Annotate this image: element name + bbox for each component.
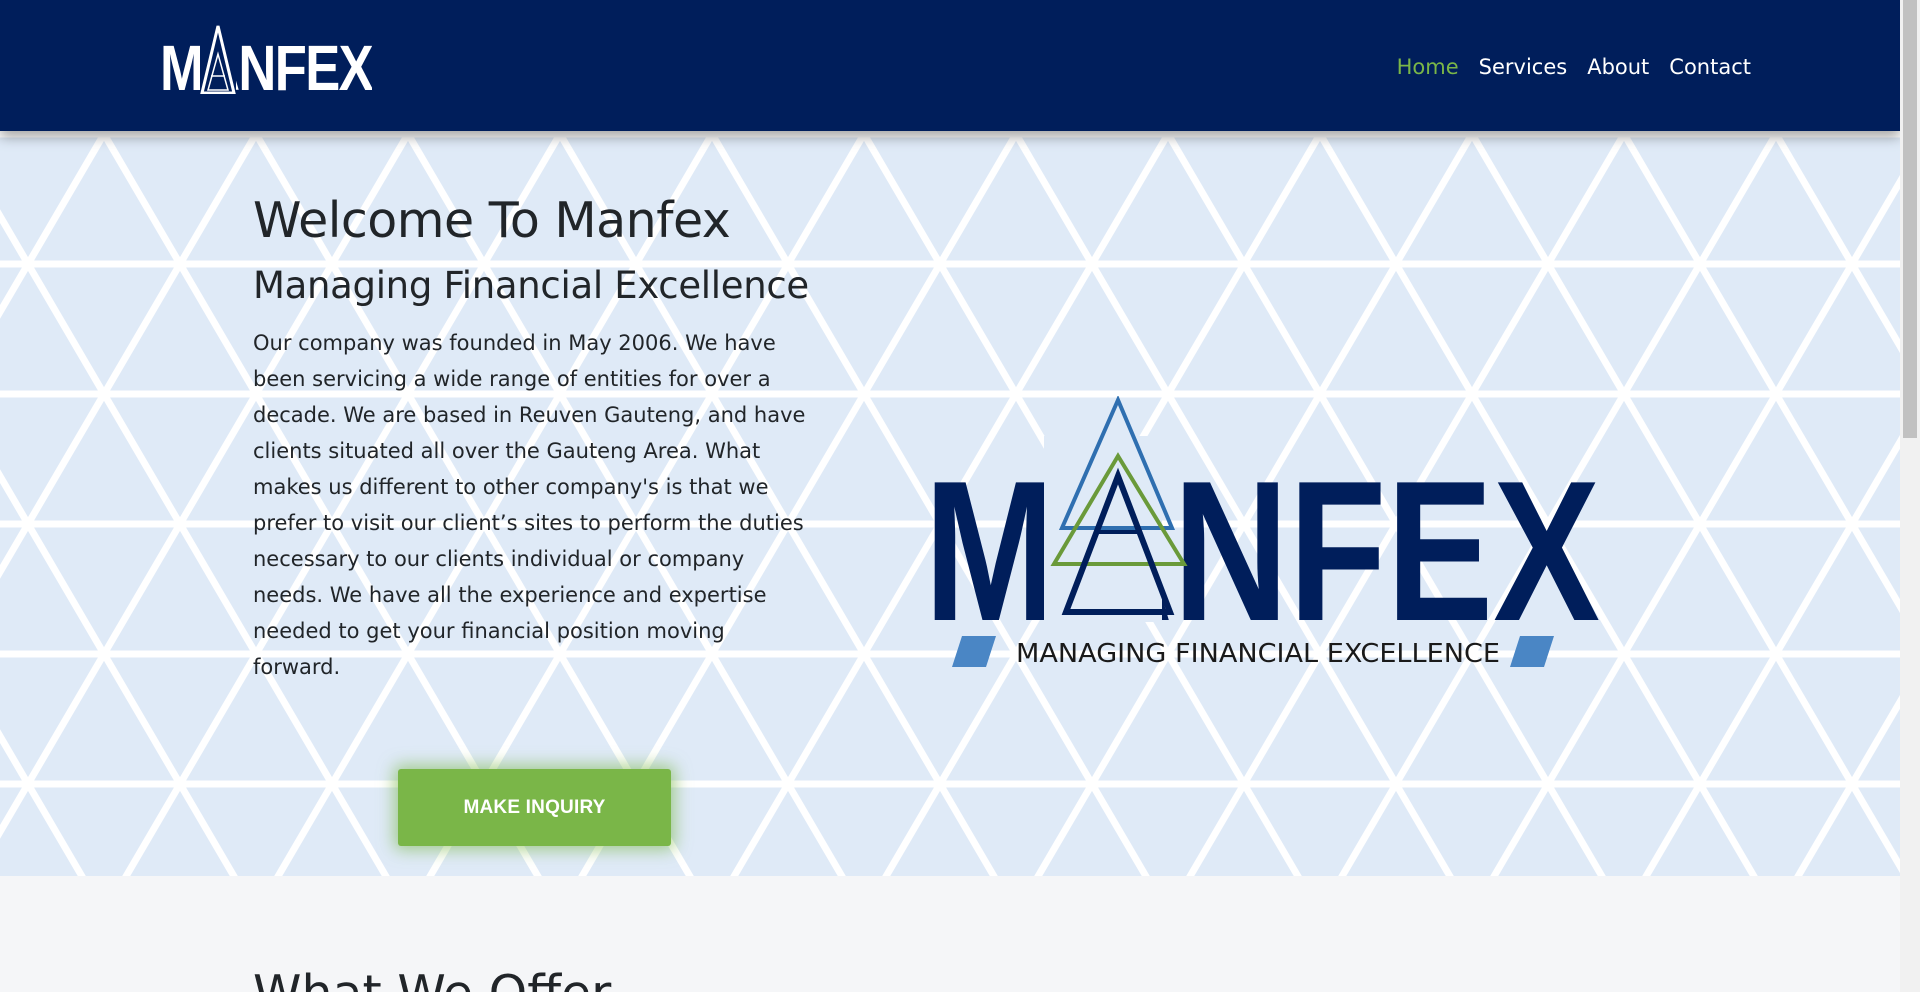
main-nav: Home Services About Contact [1397, 52, 1751, 82]
brand-logo[interactable]: MANFEX [160, 24, 372, 94]
make-inquiry-button[interactable]: MAKE INQUIRY [398, 769, 671, 846]
brand-wordmark: MANFEX [160, 32, 372, 94]
logo-tagline: MANAGING FINANCIAL EXCELLENCE [1016, 639, 1500, 669]
hero-body: Our company was founded in May 2006. We … [253, 331, 806, 679]
logo-wordmark: MANFEX [924, 440, 1600, 663]
nav-about[interactable]: About [1587, 52, 1649, 82]
nav-contact[interactable]: Contact [1669, 52, 1751, 82]
scrollbar-thumb[interactable] [1903, 0, 1917, 438]
offer-section: What We Offer [0, 876, 1900, 992]
nav-services[interactable]: Services [1479, 52, 1568, 82]
navbar: MANFEX Home Services About Contact [0, 0, 1900, 131]
brand-logo-icon: MANFEX [160, 25, 372, 94]
hero-text: Welcome To Manfex Managing Financial Exc… [253, 191, 813, 685]
hero-logo: MANFEX MANAGING FINANCIAL EXCELLENCE [922, 396, 1602, 681]
nav-home[interactable]: Home [1397, 52, 1459, 82]
hero-subtitle: Managing Financial Excellence [253, 264, 809, 307]
vertical-scrollbar[interactable] [1900, 0, 1920, 992]
offer-title: What We Offer [253, 964, 611, 992]
hero-section: Welcome To Manfex Managing Financial Exc… [0, 131, 1900, 876]
manfex-logo-icon: MANFEX MANAGING FINANCIAL EXCELLENCE [924, 396, 1600, 669]
hero-title: Welcome To Manfex [253, 192, 731, 249]
page: MANFEX Home Services About Contact Welco… [0, 0, 1900, 992]
